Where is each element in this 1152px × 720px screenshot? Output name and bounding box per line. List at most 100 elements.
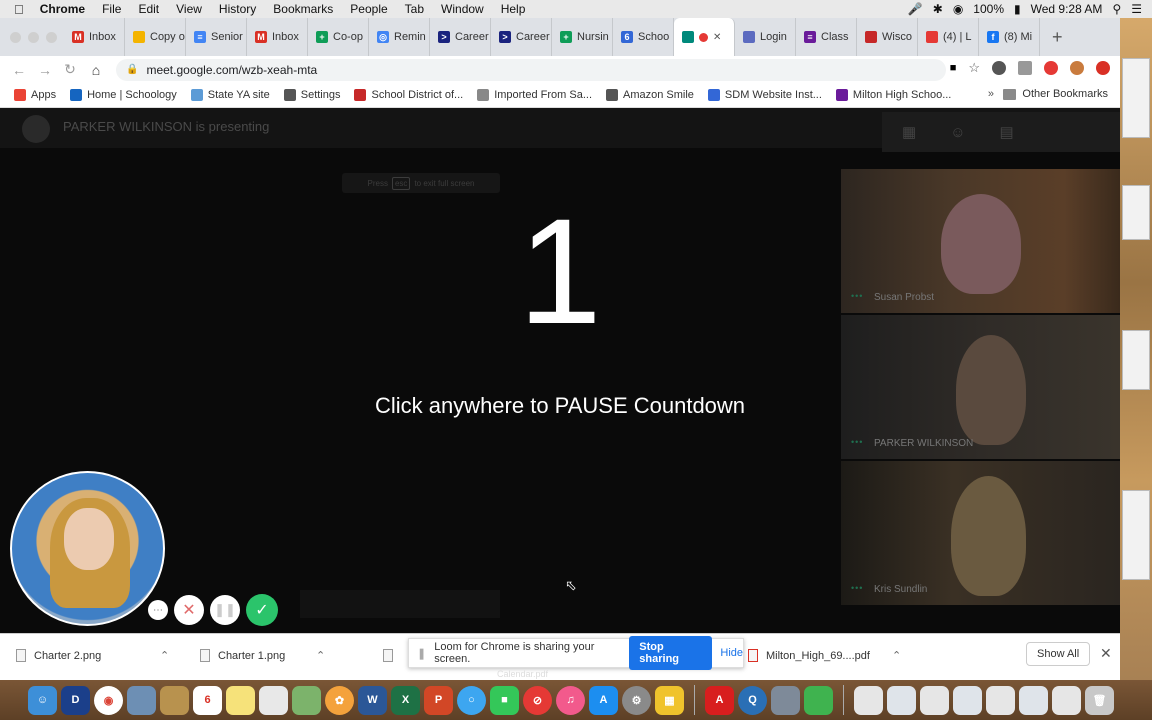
download-item[interactable]: Charter 1.png ⌃ <box>200 649 325 662</box>
battery-icon[interactable]: ▮ <box>1014 2 1021 16</box>
reload-icon[interactable]: ↻ <box>64 61 76 78</box>
acrobat-icon[interactable]: A <box>705 685 734 715</box>
update-icon[interactable] <box>1096 61 1110 75</box>
chat-icon[interactable]: ▤ <box>1000 123 1014 141</box>
minimize-window-button[interactable] <box>28 32 39 43</box>
screenshot-folder-icon[interactable] <box>771 685 800 715</box>
desktop-file-thumbnail[interactable] <box>1122 185 1150 240</box>
show-all-button[interactable]: Show All <box>1026 642 1091 666</box>
desktop-file-thumbnail[interactable] <box>1122 58 1150 138</box>
cancel-recording-button[interactable]: ✕ <box>174 595 204 625</box>
menu-help[interactable]: Help <box>501 2 526 16</box>
calendar-icon[interactable]: 6 <box>193 685 222 715</box>
dock-document-thumbnail[interactable] <box>920 685 949 715</box>
powerpoint-icon[interactable]: P <box>424 685 453 715</box>
bookmark-item[interactable]: State YA site <box>190 89 270 101</box>
profile-avatar[interactable] <box>1070 61 1084 75</box>
bookmark-item[interactable]: School District of... <box>354 89 463 101</box>
word-icon[interactable]: W <box>358 685 387 715</box>
pause-recording-button[interactable]: ❚❚ <box>210 595 240 625</box>
facetime-icon[interactable]: ■ <box>490 685 519 715</box>
participant-tile[interactable]: ••• PARKER WILKINSON <box>841 315 1120 459</box>
close-tab-icon[interactable]: ✕ <box>713 32 721 43</box>
chevron-up-icon[interactable]: ⌃ <box>892 649 901 662</box>
preview-icon[interactable] <box>127 685 156 715</box>
clock[interactable]: Wed 9:28 AM <box>1031 2 1103 16</box>
desktop-file-thumbnail[interactable] <box>1122 330 1150 390</box>
microsoft-office-icon[interactable]: ▦ <box>655 685 684 715</box>
download-item[interactable]: Charter 2.png ⌃ <box>16 649 169 662</box>
more-options-icon[interactable]: ⋯ <box>148 600 168 620</box>
bookmark-item[interactable]: Milton High Schoo... <box>835 89 951 101</box>
menu-file[interactable]: File <box>102 2 121 16</box>
participant-tile[interactable]: ••• Susan Probst <box>841 169 1120 313</box>
finish-recording-button[interactable]: ✓ <box>246 594 278 626</box>
layout-icon[interactable]: ▦ <box>902 123 916 141</box>
chrome-icon[interactable]: ◉ <box>94 685 123 715</box>
extension-icon[interactable] <box>1018 61 1032 75</box>
menu-view[interactable]: View <box>176 2 202 16</box>
dock-document-thumbnail[interactable] <box>1052 685 1081 715</box>
dock-document-thumbnail[interactable] <box>1019 685 1048 715</box>
bookmark-item[interactable]: Home | Schoology <box>70 89 177 101</box>
browser-tab[interactable]: ✕ <box>674 18 735 56</box>
download-item[interactable] <box>383 649 393 662</box>
download-item[interactable]: Milton_High_69....pdf ⌃ <box>748 649 901 662</box>
installer-icon[interactable] <box>804 685 833 715</box>
menu-window[interactable]: Window <box>441 2 484 16</box>
loom-camera-bubble[interactable] <box>10 471 165 626</box>
hide-button[interactable]: Hide <box>720 647 743 659</box>
bookmark-item[interactable]: Settings <box>283 89 340 101</box>
maps-icon[interactable] <box>292 685 321 715</box>
home-icon[interactable]: ⌂ <box>90 62 102 78</box>
microphone-icon[interactable]: 🎤 <box>908 2 923 16</box>
bookmark-star-icon[interactable]: ☆ <box>968 60 980 76</box>
browser-tab[interactable]: M Inbox <box>247 18 308 56</box>
back-icon[interactable]: ← <box>12 62 26 78</box>
chevron-up-icon[interactable]: ⌃ <box>316 649 325 662</box>
battery-percent[interactable]: 100% <box>973 2 1004 16</box>
loom-extension-icon[interactable] <box>1044 61 1058 75</box>
news-icon[interactable]: ⊘ <box>523 685 552 715</box>
itunes-icon[interactable]: ♫ <box>556 685 585 715</box>
browser-tab[interactable]: + Co-op <box>308 18 369 56</box>
menu-history[interactable]: History <box>219 2 256 16</box>
new-tab-button[interactable]: + <box>1052 27 1063 48</box>
menu-edit[interactable]: Edit <box>138 2 159 16</box>
bookmark-item[interactable]: Apps <box>14 89 56 101</box>
quicktime-icon[interactable]: Q <box>738 685 767 715</box>
drc-insight-icon[interactable]: D <box>61 685 90 715</box>
bookmarks-overflow-icon[interactable]: » <box>988 88 994 100</box>
finder-icon[interactable]: ☺ <box>28 685 57 715</box>
app-name-menu[interactable]: Chrome <box>40 2 85 16</box>
dock-document-thumbnail[interactable] <box>854 685 883 715</box>
menu-bookmarks[interactable]: Bookmarks <box>273 2 333 16</box>
dock-document-thumbnail[interactable] <box>986 685 1015 715</box>
browser-tab[interactable]: > Career <box>430 18 491 56</box>
zoom-window-button[interactable] <box>46 32 57 43</box>
bookmark-item[interactable]: SDM Website Inst... <box>707 89 822 101</box>
chevron-up-icon[interactable]: ⌃ <box>160 649 169 662</box>
browser-tab[interactable]: Login <box>735 18 796 56</box>
participant-tile[interactable]: ••• Kris Sundlin <box>841 461 1120 605</box>
photos-icon[interactable]: ✿ <box>325 685 354 715</box>
stop-sharing-button[interactable]: Stop sharing <box>629 636 713 670</box>
other-bookmarks[interactable]: Other Bookmarks <box>1003 88 1108 100</box>
bluetooth-icon[interactable]: ✱ <box>933 2 943 16</box>
trash-icon[interactable]: 🗑 <box>1085 685 1114 715</box>
browser-tab[interactable]: Wisco <box>857 18 918 56</box>
dock-document-thumbnail[interactable] <box>953 685 982 715</box>
browser-tab[interactable]: 6 Schoo <box>613 18 674 56</box>
people-icon[interactable]: ☺ <box>950 124 965 141</box>
browser-tab[interactable]: M Inbox <box>64 18 125 56</box>
dock-document-thumbnail[interactable] <box>887 685 916 715</box>
address-bar[interactable]: 🔒 meet.google.com/wzb-xeah-mta <box>116 58 946 81</box>
close-icon[interactable]: ✕ <box>1100 645 1112 662</box>
app-store-icon[interactable]: A <box>589 685 618 715</box>
browser-tab[interactable]: ≡ Senior <box>186 18 247 56</box>
browser-tab[interactable]: Copy o <box>125 18 186 56</box>
browser-tab[interactable]: ◎ Remin <box>369 18 430 56</box>
browser-tab[interactable]: (4) | L <box>918 18 979 56</box>
browser-tab[interactable]: > Career <box>491 18 552 56</box>
pause-countdown-message[interactable]: Click anywhere to PAUSE Countdown <box>300 393 820 419</box>
